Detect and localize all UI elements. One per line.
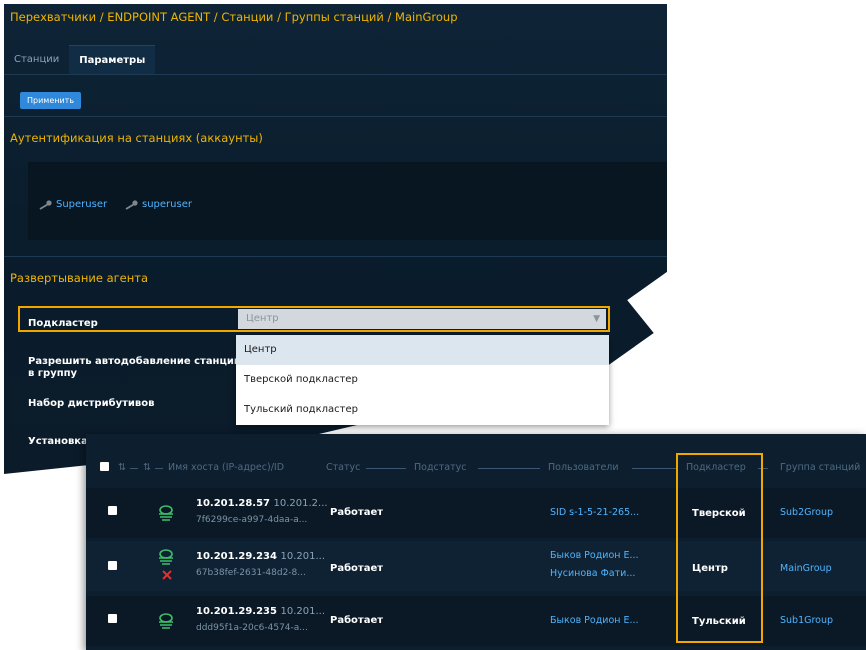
column-header-hostname[interactable]: Имя хоста (IP-адрес)/ID (168, 462, 284, 473)
dropdown-option[interactable]: Тульский подкластер (236, 395, 609, 425)
host-name: 10.201.29.235 10.201... (196, 606, 325, 617)
row-checkbox[interactable] (108, 506, 117, 515)
key-icon (39, 199, 52, 210)
tab-stations[interactable]: Станции (4, 45, 69, 74)
stations-table: ⇅ ⇅ Имя хоста (IP-адрес)/ID Статус Подст… (86, 434, 866, 650)
divider (130, 468, 138, 469)
host-id: ddd95f1a-20c6-4574-a... (196, 623, 308, 633)
divider (4, 256, 667, 257)
breadcrumb[interactable]: Перехватчики / ENDPOINT AGENT / Станции … (10, 10, 458, 24)
error-icon (162, 570, 172, 580)
key-icon (125, 199, 138, 210)
row-checkbox[interactable] (108, 614, 117, 623)
account-item[interactable]: superuser (124, 199, 192, 210)
status-text: Работает (330, 507, 384, 518)
agent-icon (159, 505, 173, 521)
subcluster-value: Тульский (692, 616, 746, 627)
sort-icon[interactable]: ⇅ (118, 462, 126, 473)
table-row[interactable]: 10.201.28.57 10.201.2... 7f6299ce-a997-4… (86, 488, 866, 538)
tabs: Станции Параметры (4, 45, 156, 74)
select-value: Центр (246, 313, 279, 324)
host-ip: 10.201... (280, 606, 325, 617)
subcluster-value: Тверской (692, 508, 746, 519)
host-address: 10.201.28.57 (196, 498, 271, 509)
autoadd-label: Разрешить автодобавление станций в групп… (28, 356, 241, 379)
host-ip: 10.201.2... (273, 498, 328, 509)
distrib-label: Набор дистрибутивов (28, 398, 155, 409)
subcluster-dropdown: Центр Тверской подкластер Тульский подкл… (236, 335, 609, 425)
apply-button[interactable]: Применить (20, 92, 82, 109)
table-row[interactable]: 10.201.29.235 10.201... ddd95f1a-20c6-45… (86, 596, 866, 646)
dropdown-option[interactable]: Центр (236, 335, 609, 365)
tab-parameters[interactable]: Параметры (69, 45, 156, 74)
account-label: Superuser (56, 199, 108, 210)
divider (366, 468, 406, 469)
host-id: 67b38fef-2631-48d2-8... (196, 568, 306, 578)
dropdown-option[interactable]: Тверской подкластер (236, 365, 609, 395)
group-link[interactable]: MainGroup (780, 563, 832, 574)
agent-icon (159, 613, 173, 629)
column-header-substatus[interactable]: Подстатус (414, 462, 466, 473)
row-checkbox[interactable] (108, 561, 117, 570)
column-header-subcluster[interactable]: Подкластер (686, 462, 746, 473)
user-link[interactable]: SID s-1-5-21-265... (550, 507, 639, 518)
column-header-status[interactable]: Статус (326, 462, 360, 473)
account-item[interactable]: Superuser (38, 199, 107, 210)
host-name: 10.201.28.57 10.201.2... (196, 498, 328, 509)
host-id: 7f6299ce-a997-4daa-a... (196, 515, 308, 525)
divider (155, 468, 163, 469)
install-label: Установка (28, 436, 88, 447)
status-text: Работает (330, 563, 384, 574)
host-address: 10.201.29.234 (196, 551, 277, 562)
accounts-box: Superuser superuser (28, 162, 667, 240)
status-text: Работает (330, 615, 384, 626)
host-name: 10.201.29.234 10.201... (196, 551, 325, 562)
deploy-section-title: Развертывание агента (10, 271, 149, 285)
table-row[interactable]: 10.201.29.234 10.201... 67b38fef-2631-48… (86, 541, 866, 591)
divider (478, 468, 540, 469)
divider (632, 468, 678, 469)
subcluster-value: Центр (692, 563, 728, 574)
divider (4, 74, 667, 75)
user-link[interactable]: Нусинова Фати... (550, 568, 635, 579)
subcluster-select[interactable]: Центр ▼ (238, 309, 606, 329)
column-header-users[interactable]: Пользователи (548, 462, 619, 473)
divider (758, 468, 768, 469)
sort-icon[interactable]: ⇅ (143, 462, 151, 473)
group-link[interactable]: Sub2Group (780, 507, 833, 518)
divider (4, 116, 667, 117)
agent-icon (159, 549, 173, 565)
select-all-checkbox[interactable] (100, 462, 109, 471)
column-header-group[interactable]: Группа станций (780, 462, 860, 473)
user-link[interactable]: Быков Родион Е... (550, 550, 639, 561)
group-link[interactable]: Sub1Group (780, 615, 833, 626)
user-link[interactable]: Быков Родион Е... (550, 615, 639, 626)
account-label: superuser (142, 199, 192, 210)
host-address: 10.201.29.235 (196, 606, 277, 617)
chevron-down-icon: ▼ (593, 314, 600, 324)
auth-section-title: Аутентификация на станциях (аккаунты) (10, 131, 263, 145)
host-ip: 10.201... (280, 551, 325, 562)
